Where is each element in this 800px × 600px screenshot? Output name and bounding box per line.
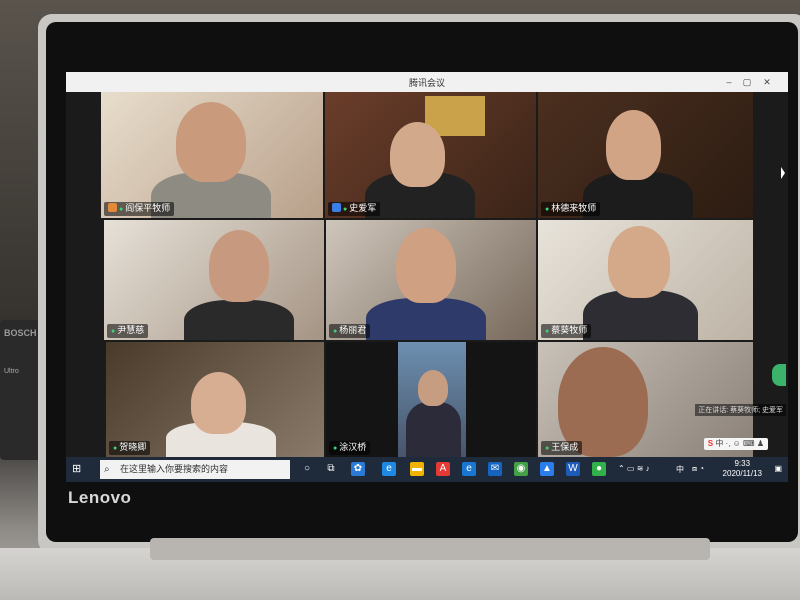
laptop-hinge (150, 538, 710, 560)
cortana-icon[interactable]: ○ (300, 462, 314, 476)
video-tile[interactable]: ● 林德来牧师 (538, 92, 753, 218)
notification-icon[interactable]: ▣ (774, 464, 782, 473)
video-tile[interactable]: ● 蔡葵牧师 (538, 220, 753, 340)
mail-icon[interactable]: ✉ (488, 462, 502, 476)
microphone-icon: ● (111, 328, 116, 335)
search-icon: ⌕ (104, 464, 110, 475)
participant-name-tag: ● 阎保平牧师 (104, 202, 175, 216)
participant-name-tag: ● 林德来牧师 (541, 202, 601, 216)
microphone-icon: ● (545, 445, 550, 452)
taskbar-clock[interactable]: 9:33 2020/11/13 (723, 459, 762, 479)
participant-name-tag: ● 尹慧慈 (107, 324, 149, 338)
participant-video (366, 298, 486, 340)
minimize-icon[interactable]: – (722, 75, 736, 89)
participant-body (406, 402, 461, 457)
task-view-icon[interactable]: ⧉ (324, 462, 338, 476)
video-tile[interactable]: ● 贺晓卿 (106, 342, 324, 457)
tray-icons[interactable]: ⌃ ▭ ≋ ♪ (618, 464, 650, 473)
taskbar: ⊞ ⌕ 在这里输入你要搜索的内容 ○ ⧉ ✿ e ▬ A e ✉ ◉ ▲ W ●… (66, 457, 788, 482)
participant-face (418, 370, 448, 406)
edge-icon[interactable]: e (382, 462, 396, 476)
participant-face (176, 102, 246, 182)
participant-name-tag: ● 蔡葵牧师 (541, 324, 592, 338)
edge-legacy-icon[interactable]: e (462, 462, 476, 476)
cohost-icon (332, 203, 341, 212)
microphone-icon: ● (545, 328, 550, 335)
speaking-indicator: 正在讲话: 蔡葵牧师; 史爱军 (695, 404, 786, 416)
maximize-icon[interactable]: ▢ (740, 75, 754, 89)
microphone-icon: ● (113, 445, 118, 452)
screen: 腾讯会议 – ▢ ✕ ● 阎保平牧师 ● 史爱军 ● 林德来牧师 ● 尹慧慈 ● 杨丽君 … (66, 72, 788, 482)
participant-face (390, 122, 445, 187)
participant-face (209, 230, 269, 302)
participant-name: 史爱军 (349, 203, 377, 213)
clock-time: 9:33 (734, 459, 751, 468)
participant-name: 尹慧慈 (117, 325, 145, 335)
word-icon[interactable]: W (566, 462, 580, 476)
sogou-ime-icon: S (707, 439, 714, 448)
participant-name: 贺晓卿 (119, 442, 147, 452)
tray-app-icons[interactable]: ⧈ ◔ (692, 464, 704, 474)
microphone-icon: ● (545, 206, 550, 213)
window-title: 腾讯会议 (408, 78, 445, 88)
participant-name: 阎保平牧师 (125, 203, 171, 213)
video-tile[interactable]: ● 杨丽君 (326, 220, 536, 340)
ime-toolbar-options: 中 ·, ☺ ⌨ ♟ (715, 439, 764, 448)
window-titlebar: 腾讯会议 – ▢ ✕ (66, 72, 788, 92)
wechat-icon[interactable]: ● (592, 462, 606, 476)
windows-start-icon[interactable]: ⊞ (72, 463, 85, 476)
speaker-brand: BOSCH (4, 328, 37, 338)
close-icon[interactable]: ✕ (760, 75, 774, 89)
video-tile[interactable]: ● 尹慧慈 (104, 220, 324, 340)
search-placeholder: 在这里输入你要搜索的内容 (120, 464, 229, 474)
participant-name-tag: ● 贺晓卿 (109, 441, 151, 455)
participant-face (608, 226, 670, 298)
participant-name: 林德来牧师 (551, 203, 597, 213)
mouse-cursor-icon (781, 167, 785, 179)
participant-name: 涂汉桥 (339, 442, 367, 452)
office-icon[interactable]: A (436, 462, 450, 476)
ime-toolbar[interactable]: S 中 ·, ☺ ⌨ ♟ (703, 438, 768, 450)
participant-name-tag: ● 王保成 (541, 441, 583, 455)
participant-face (606, 110, 661, 180)
clock-date: 2020/11/13 (722, 469, 762, 478)
host-icon (108, 203, 117, 212)
participant-name: 蔡葵牧师 (551, 325, 588, 335)
participant-name-tag: ● 涂汉桥 (329, 441, 371, 455)
participant-face (396, 228, 456, 303)
taskbar-search-input[interactable]: ⌕ 在这里输入你要搜索的内容 (100, 460, 290, 479)
chrome-icon[interactable]: ◉ (514, 462, 528, 476)
microphone-icon: ● (333, 445, 338, 452)
participant-name-tag: ● 杨丽君 (329, 324, 371, 338)
video-tile[interactable]: ● 涂汉桥 (326, 342, 536, 457)
file-explorer-icon[interactable]: ▬ (410, 462, 424, 476)
participant-video (184, 300, 294, 340)
side-panel-toggle[interactable] (772, 364, 786, 386)
microphone-icon: ● (343, 206, 348, 213)
input-language-indicator[interactable]: 中 (676, 464, 684, 475)
participant-name: 王保成 (551, 442, 579, 452)
video-tile[interactable]: ● 史爱军 (325, 92, 536, 218)
participant-name-tag: ● 史爱军 (328, 202, 381, 216)
video-tile[interactable]: ● 阎保平牧师 (101, 92, 323, 218)
speaker-model: Ultro (4, 368, 19, 375)
participant-name: 杨丽君 (339, 325, 367, 335)
microphone-icon: ● (333, 328, 338, 335)
laptop-brand-logo: Lenovo (68, 488, 132, 507)
participant-face (191, 372, 246, 434)
tencent-meeting-icon[interactable]: ✿ (351, 462, 365, 476)
meeting-app-icon[interactable]: ▲ (540, 462, 554, 476)
microphone-icon: ● (119, 206, 124, 213)
